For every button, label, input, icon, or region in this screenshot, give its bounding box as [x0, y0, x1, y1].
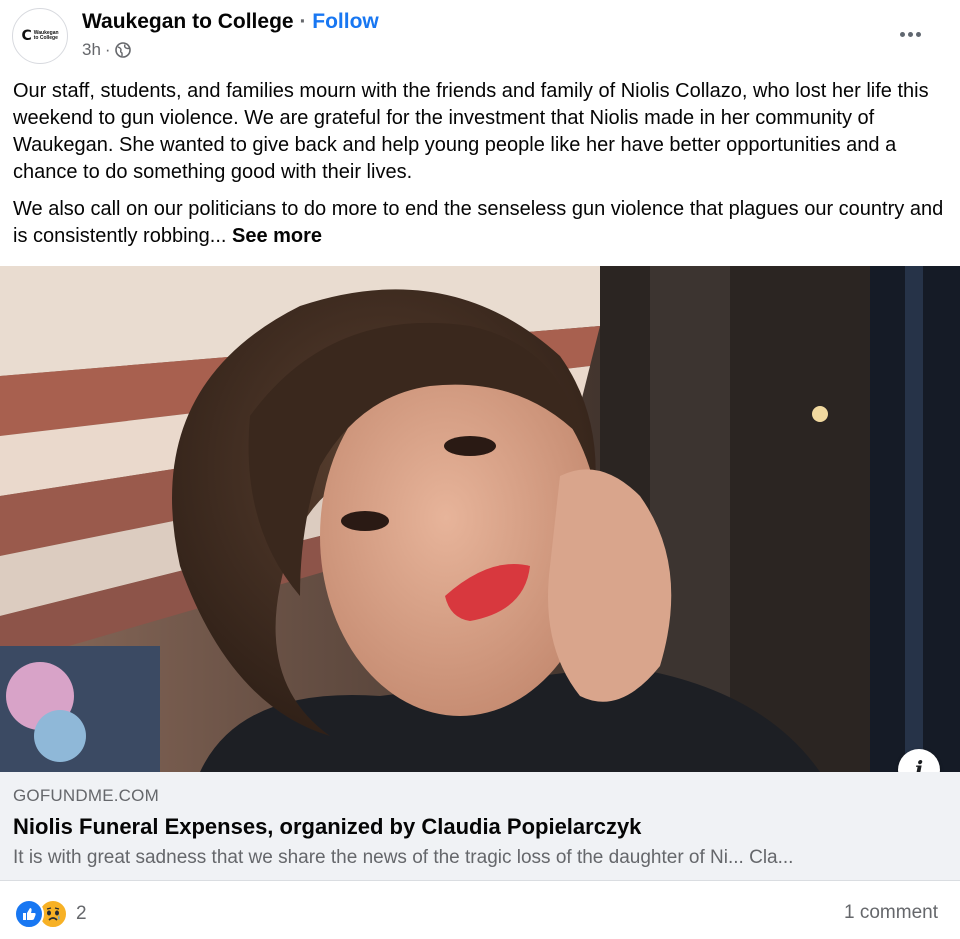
post-footer: 2 1 comment	[0, 881, 960, 939]
page-name[interactable]: Waukegan to College	[82, 10, 294, 33]
post-meta: 3h ·	[82, 40, 131, 60]
more-horizontal-icon[interactable]	[900, 24, 926, 40]
link-title[interactable]: Niolis Funeral Expenses, organized by Cl…	[13, 814, 641, 840]
reaction-count[interactable]: 2	[76, 903, 87, 925]
link-preview-card[interactable]: GOFUNDME.COM Niolis Funeral Expenses, or…	[0, 772, 960, 881]
post-timestamp[interactable]: 3h	[82, 40, 101, 60]
meta-separator: ·	[104, 40, 111, 59]
post-paragraph-2: We also call on our politicians to do mo…	[13, 196, 948, 250]
link-domain: GOFUNDME.COM	[13, 786, 159, 805]
header-separator: ·	[299, 10, 307, 33]
page-name-link[interactable]: Waukegan to College · Follow	[82, 10, 379, 34]
post-header: C Waukegan to College Waukegan to Colleg…	[0, 0, 960, 72]
link-preview-image[interactable]	[0, 266, 960, 772]
reactions-summary[interactable]: 2	[14, 899, 87, 929]
link-description: It is with great sadness that we share t…	[13, 847, 794, 868]
post-paragraph-2-text: We also call on our politicians to do mo…	[13, 198, 944, 247]
like-icon	[14, 899, 44, 929]
see-more-link[interactable]: See more	[232, 225, 322, 247]
post-paragraph-1: Our staff, students, and families mourn …	[13, 80, 929, 183]
follow-button[interactable]: Follow	[312, 10, 379, 33]
page-avatar[interactable]: C Waukegan to College	[12, 8, 68, 64]
avatar-logo-text: Waukegan to College	[34, 31, 59, 41]
globe-icon[interactable]	[114, 42, 131, 58]
avatar-logo-line2: to College	[33, 35, 58, 41]
avatar-logo-mark: C	[21, 28, 32, 44]
portrait-photo-illustration	[0, 266, 960, 772]
post-body: Our staff, students, and families mourn …	[13, 78, 948, 260]
comment-count[interactable]: 1 comment	[844, 902, 938, 924]
